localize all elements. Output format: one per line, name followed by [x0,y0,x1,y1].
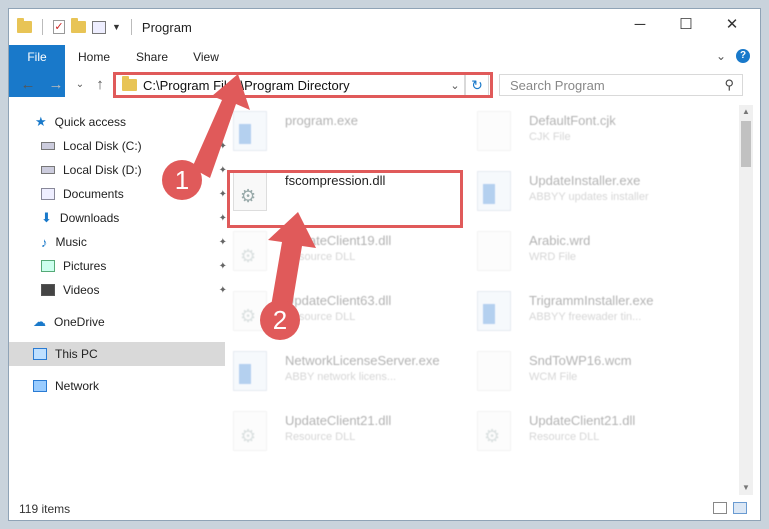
step-2-badge: 2 [260,300,300,340]
arrow-1 [192,74,250,178]
annotation-arrows [192,74,316,318]
step-1-badge: 1 [162,160,202,200]
